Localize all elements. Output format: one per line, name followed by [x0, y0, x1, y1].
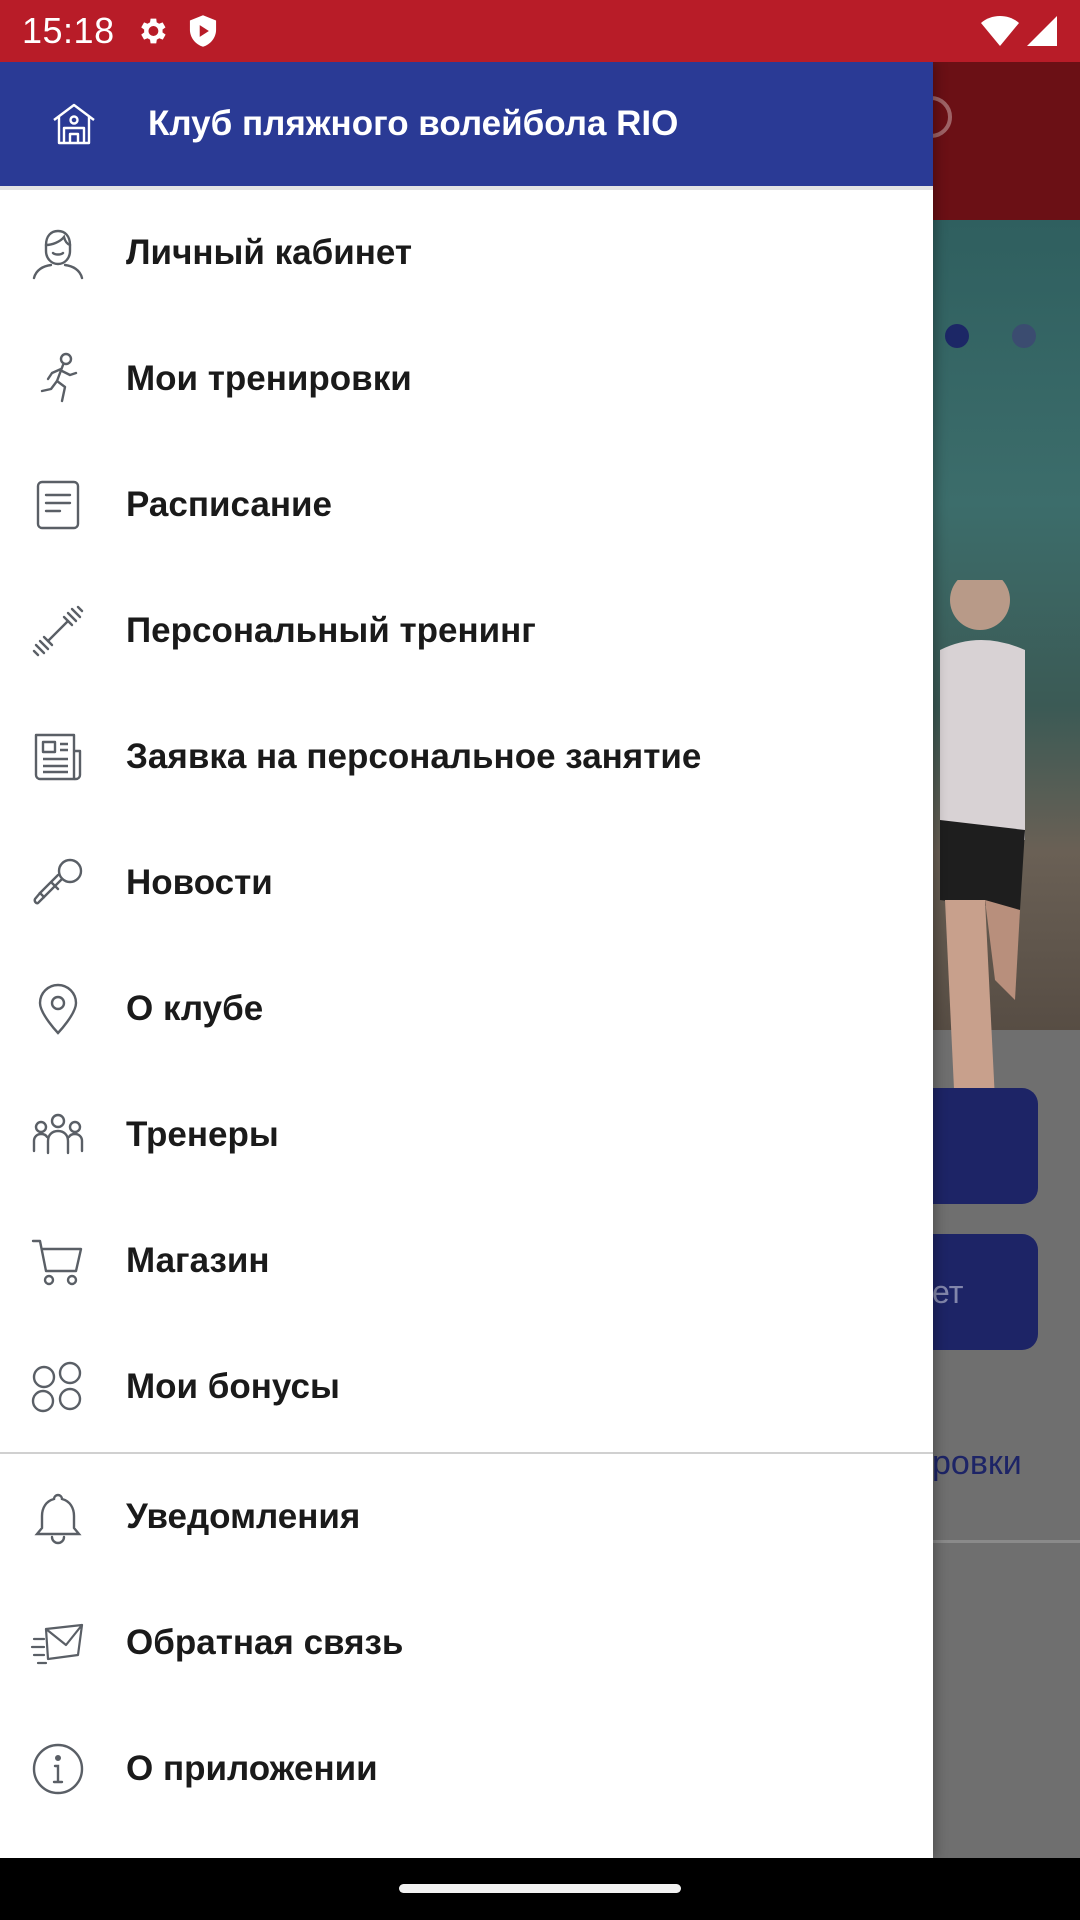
menu-item-my-bonuses[interactable]: Мои бонусы	[0, 1324, 933, 1450]
microphone-icon	[0, 855, 126, 911]
home-gesture-handle[interactable]	[399, 1884, 681, 1893]
menu-item-label: Мои бонусы	[126, 1367, 340, 1406]
carousel-dot	[1012, 324, 1036, 348]
menu-item-label: Персональный тренинг	[126, 611, 536, 650]
cart-icon	[0, 1233, 126, 1289]
system-navigation-bar	[0, 1858, 1080, 1920]
menu-item-label: О клубе	[126, 989, 264, 1028]
menu-item-label: Расписание	[126, 485, 332, 524]
drawer-menu-main: Личный кабинет Мои тренировки Расписание…	[0, 190, 933, 1450]
menu-item-label: Личный кабинет	[126, 233, 413, 272]
bonus-circles-icon	[0, 1359, 126, 1415]
menu-item-label: Уведомления	[126, 1497, 361, 1536]
menu-item-label: Обратная связь	[126, 1623, 404, 1662]
menu-item-label: Новости	[126, 863, 273, 902]
info-icon	[0, 1741, 126, 1797]
settings-icon	[135, 14, 169, 48]
status-bar: 15:18	[0, 0, 1080, 62]
runner-icon	[0, 351, 126, 407]
background-button-2-label: ет	[932, 1273, 964, 1310]
menu-item-label: Заявка на персональное занятие	[126, 737, 702, 776]
menu-item-label: О приложении	[126, 1749, 378, 1788]
menu-item-personal-training[interactable]: Персональный тренинг	[0, 568, 933, 694]
status-time: 15:18	[22, 10, 115, 51]
drawer-title: Клуб пляжного волейбола RIO	[148, 104, 679, 143]
menu-item-label: Тренеры	[126, 1115, 279, 1154]
wifi-icon	[980, 15, 1020, 47]
menu-item-shop[interactable]: Магазин	[0, 1198, 933, 1324]
drawer-menu-secondary: Уведомления Обратная связь О приложении	[0, 1454, 933, 1832]
menu-item-label: Магазин	[126, 1241, 270, 1280]
mail-send-icon	[0, 1615, 126, 1671]
user-icon	[0, 225, 126, 281]
carousel-dot-active	[945, 324, 969, 348]
menu-item-personal-lesson-request[interactable]: Заявка на персональное занятие	[0, 694, 933, 820]
menu-item-personal-account[interactable]: Личный кабинет	[0, 190, 933, 316]
menu-item-feedback[interactable]: Обратная связь	[0, 1580, 933, 1706]
person-photo	[940, 580, 1025, 1120]
shield-icon	[187, 14, 219, 48]
newspaper-icon	[0, 729, 126, 785]
menu-item-about-app[interactable]: О приложении	[0, 1706, 933, 1832]
dumbbell-icon	[0, 603, 126, 659]
menu-item-news[interactable]: Новости	[0, 820, 933, 946]
navigation-drawer: Клуб пляжного волейбола RIO Личный кабин…	[0, 62, 933, 1858]
drawer-header[interactable]: Клуб пляжного волейбола RIO	[0, 62, 933, 186]
menu-item-my-trainings[interactable]: Мои тренировки	[0, 316, 933, 442]
group-icon	[0, 1107, 126, 1163]
club-building-icon	[0, 100, 148, 148]
menu-item-label: Мои тренировки	[126, 359, 412, 398]
menu-item-schedule[interactable]: Расписание	[0, 442, 933, 568]
menu-item-trainers[interactable]: Тренеры	[0, 1072, 933, 1198]
menu-item-about-club[interactable]: О клубе	[0, 946, 933, 1072]
signal-icon	[1026, 15, 1058, 47]
background-tab: ровки	[932, 1444, 1022, 1482]
location-pin-icon	[0, 981, 126, 1037]
menu-item-notifications[interactable]: Уведомления	[0, 1454, 933, 1580]
bell-icon	[0, 1489, 126, 1545]
document-icon	[0, 477, 126, 533]
